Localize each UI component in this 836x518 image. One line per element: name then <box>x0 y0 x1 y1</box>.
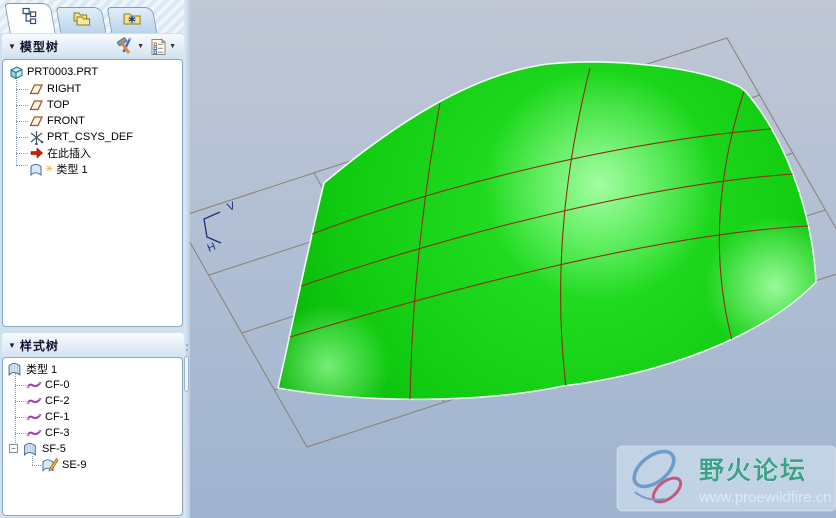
tree-connector <box>32 465 41 466</box>
tree-row-cf3[interactable]: CF-3 <box>26 425 69 441</box>
part-icon <box>10 65 23 79</box>
style-feature-icon <box>30 163 42 176</box>
watermark: 野火论坛 www.proewildfire.cn <box>616 445 836 512</box>
minus-glyph: − <box>11 444 16 453</box>
tree-item-label: PRT0003.PRT <box>27 66 99 78</box>
tree-row-insert-here[interactable]: 在此插入 <box>29 145 91 161</box>
tree-row-style-root[interactable]: 类型 1 <box>7 361 57 377</box>
tab-favorites-folder[interactable]: ✱ <box>106 7 158 33</box>
splitter-dot <box>186 349 188 351</box>
tree-item-label: 类型 1 <box>56 164 88 176</box>
tree-item-label: SF-5 <box>42 443 66 455</box>
tree-connector <box>16 121 28 122</box>
folder-browser-icon <box>71 9 91 32</box>
tree-filters-button[interactable]: ▼ <box>150 37 180 56</box>
model-tree-title: 模型树 <box>19 40 59 54</box>
tree-row-csys[interactable]: PRT_CSYS_DEF <box>29 129 133 145</box>
style-tree-panel: 类型 1 CF-0 CF-2 CF-1 CF-3 − SF-5 SE-9 <box>2 357 183 516</box>
navigator-tabstrip: ✱ <box>0 0 184 33</box>
tree-connector <box>15 401 26 402</box>
tree-item-label: 在此插入 <box>47 148 91 160</box>
tree-connector <box>15 433 26 434</box>
style-tree-header: ▼ 样式树 <box>2 333 184 358</box>
tree-row-front[interactable]: FRONT <box>29 113 85 129</box>
tree-row-sf5[interactable]: SF-5 <box>22 441 66 457</box>
tree-connector <box>15 385 26 386</box>
tree-row-top[interactable]: TOP <box>29 97 69 113</box>
tree-item-label: CF-0 <box>45 379 70 391</box>
style-tree-title: 样式树 <box>19 339 59 353</box>
tree-item-label: SE-9 <box>62 459 87 471</box>
curve-icon <box>26 381 42 389</box>
filters-dropdown-arrow-icon: ▼ <box>169 43 176 50</box>
collapse-triangle-icon[interactable]: ▼ <box>8 341 16 350</box>
tree-connector <box>16 89 28 90</box>
tree-connector <box>16 165 28 166</box>
tools-dropdown-arrow-icon: ▼ <box>137 43 145 50</box>
curve-icon <box>26 397 42 405</box>
tree-connector <box>16 153 28 154</box>
svg-text:✱: ✱ <box>128 15 136 25</box>
tab-folder-browser[interactable] <box>55 7 107 33</box>
insert-here-arrow-icon <box>30 147 43 159</box>
datum-plane-icon <box>29 100 44 111</box>
tree-row-cf2[interactable]: CF-2 <box>26 393 69 409</box>
model-tree-icon <box>21 7 39 30</box>
surface-edit-icon <box>42 457 59 472</box>
tree-connector <box>16 74 17 165</box>
tree-row-cf0[interactable]: CF-0 <box>26 377 69 393</box>
graphics-area[interactable]: V H 野火论坛 www.proewildfire.cn <box>190 0 836 518</box>
tab-model-tree[interactable] <box>4 3 56 33</box>
tree-connector <box>16 137 28 138</box>
tree-row-style-feature[interactable]: ✳ 类型 1 <box>29 161 88 177</box>
collapse-triangle-icon[interactable]: ▼ <box>8 42 16 51</box>
tree-item-label: CF-2 <box>45 395 70 407</box>
splitter-dot <box>186 344 188 346</box>
tree-item-label: PRT_CSYS_DEF <box>47 131 133 143</box>
model-tree-header: ▼ 模型树 ▼ ▼ <box>2 34 184 59</box>
favorites-folder-icon: ✱ <box>122 9 142 32</box>
tree-row-part[interactable]: PRT0003.PRT <box>9 64 98 80</box>
tree-item-label: TOP <box>47 99 70 111</box>
tree-item-label: CF-1 <box>45 411 70 423</box>
tree-connector <box>32 456 33 465</box>
proe-window: ✱ ▼ 模型树 ▼ ▼ PRT0003.PRT RIGHT TOP FRONT … <box>0 0 836 518</box>
datum-plane-icon <box>29 116 44 127</box>
splitter-handle[interactable] <box>184 356 189 392</box>
csys-icon <box>30 130 44 145</box>
tree-connector <box>15 417 26 418</box>
tree-row-se9[interactable]: SE-9 <box>41 457 86 473</box>
datum-plane-icon <box>29 84 44 95</box>
tree-item-label: RIGHT <box>47 83 82 95</box>
watermark-url: www.proewildfire.cn <box>698 489 832 506</box>
tree-row-cf1[interactable]: CF-1 <box>26 409 69 425</box>
expand-collapse-box[interactable]: − <box>9 444 18 453</box>
tree-tools-button[interactable]: ▼ <box>116 37 148 56</box>
tree-item-label: FRONT <box>47 115 85 127</box>
tree-row-right[interactable]: RIGHT <box>29 81 81 97</box>
model-tree-panel: PRT0003.PRT RIGHT TOP FRONT PRT_CSYS_DEF… <box>2 59 183 327</box>
surface-icon <box>24 442 36 457</box>
tree-item-label: CF-3 <box>45 427 70 439</box>
style-surface-icon <box>8 362 21 377</box>
style-star-icon: ✳ <box>45 163 54 175</box>
tree-connector <box>16 105 28 106</box>
tree-item-label: 类型 1 <box>26 364 58 376</box>
watermark-title: 野火论坛 <box>699 457 807 485</box>
list-settings-icon <box>151 37 167 55</box>
navigator-panel: ✱ ▼ 模型树 ▼ ▼ PRT0003.PRT RIGHT TOP FRONT … <box>0 0 184 518</box>
curve-icon <box>26 413 42 421</box>
tools-hammer-icon <box>117 37 132 54</box>
curve-icon <box>26 429 42 437</box>
